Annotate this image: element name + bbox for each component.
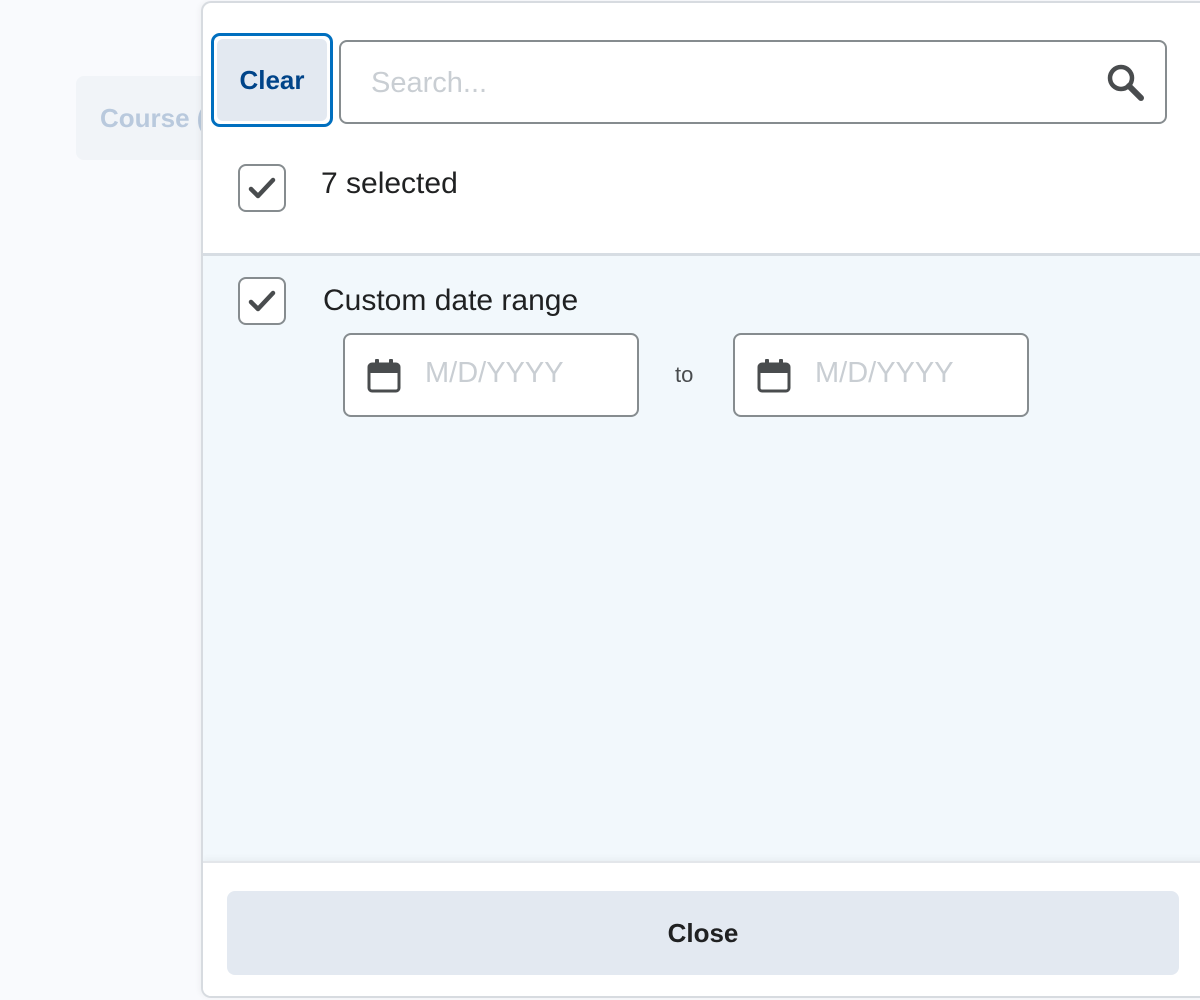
search-icon[interactable] bbox=[1105, 62, 1147, 104]
filter-option-list: Custom date range M/D/YYYY to M/D/YYYY bbox=[203, 253, 1200, 861]
custom-date-range-checkbox[interactable] bbox=[238, 277, 286, 325]
start-date-input[interactable]: M/D/YYYY bbox=[343, 333, 639, 417]
start-date-placeholder: M/D/YYYY bbox=[425, 357, 564, 389]
clear-button-label: Clear bbox=[217, 39, 327, 121]
end-date-placeholder: M/D/YYYY bbox=[815, 357, 954, 389]
panel-footer: Close bbox=[203, 861, 1200, 996]
clear-button[interactable]: Clear bbox=[211, 33, 333, 127]
checkmark-icon bbox=[248, 290, 276, 312]
calendar-icon bbox=[367, 359, 401, 393]
search-input[interactable] bbox=[343, 44, 1113, 122]
checkmark-icon bbox=[248, 177, 276, 199]
selected-count-label: 7 selected bbox=[321, 167, 458, 200]
end-date-input[interactable]: M/D/YYYY bbox=[733, 333, 1029, 417]
search-field bbox=[339, 40, 1167, 124]
filter-dropdown-panel: Clear 7 selected Custom date range bbox=[201, 1, 1200, 998]
custom-date-range-label: Custom date range bbox=[323, 284, 579, 317]
calendar-icon bbox=[757, 359, 791, 393]
date-range-separator: to bbox=[675, 362, 694, 387]
close-button[interactable]: Close bbox=[227, 891, 1179, 975]
select-all-checkbox[interactable] bbox=[238, 164, 286, 212]
